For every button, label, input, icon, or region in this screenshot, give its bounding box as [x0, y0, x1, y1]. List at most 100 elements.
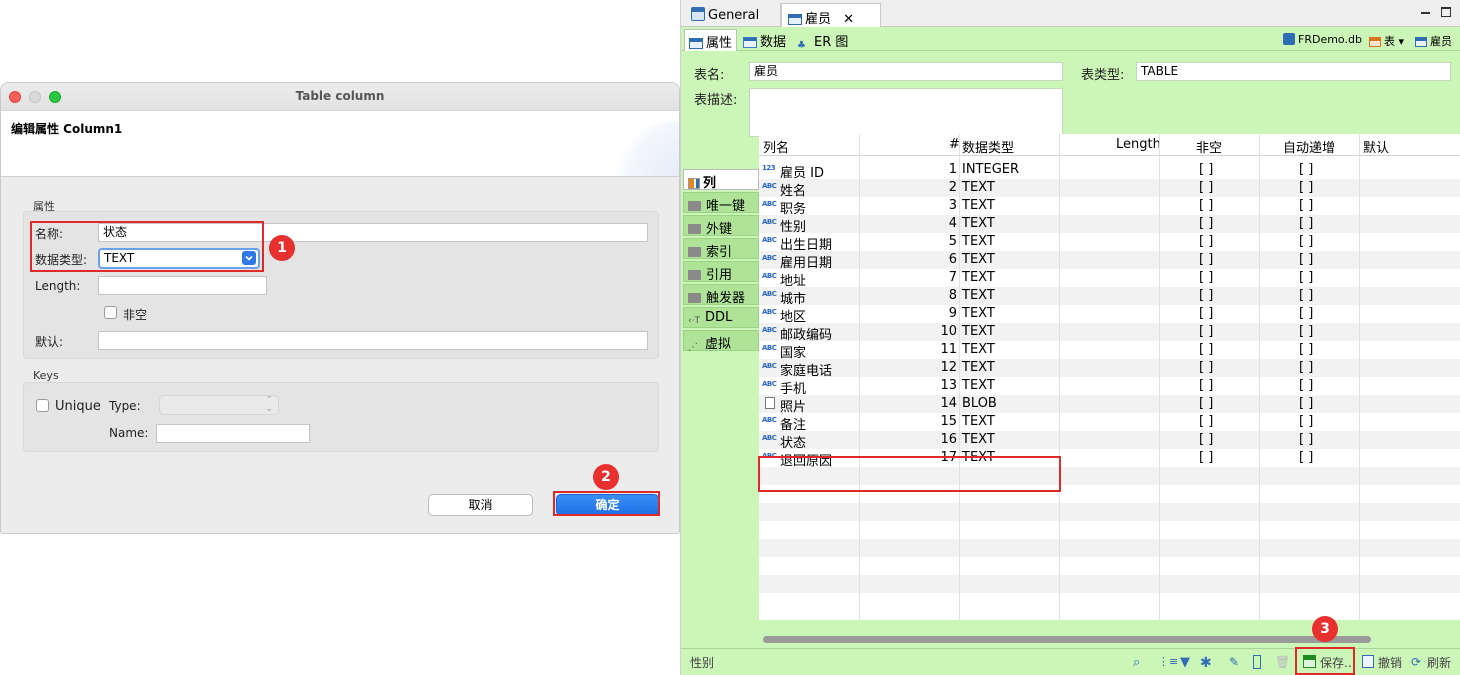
current-table-selector[interactable]: 雇员	[1411, 31, 1456, 53]
column-num-cell[interactable]: 8	[949, 288, 957, 303]
table-name-input[interactable]: 雇员	[749, 62, 1063, 81]
column-num-cell[interactable]: 7	[949, 270, 957, 285]
column-autoinc-cell[interactable]: [ ]	[1299, 450, 1313, 465]
nav-ddl[interactable]: ‹·T DDL	[683, 307, 759, 328]
column-type-cell[interactable]: TEXT	[962, 324, 995, 339]
column-type-cell[interactable]: TEXT	[962, 432, 995, 447]
column-type-cell[interactable]: TEXT	[962, 414, 995, 429]
nav-references[interactable]: 引用	[683, 261, 759, 283]
column-notnull-cell[interactable]: [ ]	[1199, 198, 1213, 213]
subtab-er-diagram[interactable]: ♣ ER 图	[793, 29, 852, 51]
table-type-input[interactable]: TABLE	[1136, 62, 1451, 81]
column-type-cell[interactable]: TEXT	[962, 360, 995, 375]
table-row[interactable]: ABC 雇用日期 6 TEXT[ ][ ]	[759, 251, 1460, 271]
close-tab-icon[interactable]: ✕	[843, 12, 854, 27]
column-type-cell[interactable]: TEXT	[962, 252, 995, 267]
keyname-input[interactable]	[156, 424, 310, 443]
column-type-cell[interactable]: TEXT	[962, 306, 995, 321]
column-notnull-cell[interactable]: [ ]	[1199, 288, 1213, 303]
tables-menu[interactable]: 表 ▾	[1365, 31, 1408, 53]
default-input[interactable]	[98, 331, 648, 350]
add-column-icon[interactable]	[1253, 655, 1261, 669]
col-header-notnull[interactable]: 非空	[1196, 137, 1222, 156]
column-notnull-cell[interactable]: [ ]	[1199, 396, 1213, 411]
tab-general[interactable]: General	[685, 3, 781, 27]
tab-employee[interactable]: 雇员 ✕	[781, 3, 881, 27]
col-header-name[interactable]: 列名	[763, 137, 789, 156]
column-type-cell[interactable]: TEXT	[962, 180, 995, 195]
subtab-data[interactable]: 数据	[739, 29, 790, 51]
column-autoinc-cell[interactable]: [ ]	[1299, 378, 1313, 393]
column-type-cell[interactable]: TEXT	[962, 378, 995, 393]
nav-foreign-keys[interactable]: 外键	[683, 215, 759, 237]
column-autoinc-cell[interactable]: [ ]	[1299, 180, 1313, 195]
nav-unique-keys[interactable]: 唯一键	[683, 192, 759, 214]
revert-button[interactable]: 撤销	[1378, 654, 1402, 671]
column-type-cell[interactable]: TEXT	[962, 216, 995, 231]
column-num-cell[interactable]: 3	[949, 198, 957, 213]
column-autoinc-cell[interactable]: [ ]	[1299, 216, 1313, 231]
revert-icon[interactable]	[1362, 655, 1374, 668]
filter-icon[interactable]: ▼	[1180, 655, 1194, 670]
db-selector[interactable]: FRDemo.db	[1279, 31, 1366, 53]
nav-virtual[interactable]: ⋰ 虚拟	[683, 330, 759, 353]
column-notnull-cell[interactable]: [ ]	[1199, 324, 1213, 339]
column-notnull-cell[interactable]: [ ]	[1199, 432, 1213, 447]
cancel-button[interactable]: 取消	[428, 494, 533, 516]
gear-icon[interactable]: ✱	[1200, 655, 1214, 671]
tree-icon[interactable]: ⋮≡	[1158, 655, 1178, 669]
column-num-cell[interactable]: 2	[949, 180, 957, 195]
column-notnull-cell[interactable]: [ ]	[1199, 180, 1213, 195]
column-autoinc-cell[interactable]: [ ]	[1299, 432, 1313, 447]
column-autoinc-cell[interactable]: [ ]	[1299, 360, 1313, 375]
column-autoinc-cell[interactable]: [ ]	[1299, 234, 1313, 249]
column-notnull-cell[interactable]: [ ]	[1199, 234, 1213, 249]
column-autoinc-cell[interactable]: [ ]	[1299, 414, 1313, 429]
column-notnull-cell[interactable]: [ ]	[1199, 342, 1213, 357]
keytype-select[interactable]: ⌃ ⌄	[159, 395, 279, 415]
column-num-cell[interactable]: 14	[940, 396, 957, 411]
column-notnull-cell[interactable]: [ ]	[1199, 378, 1213, 393]
unique-checkbox[interactable]	[36, 399, 49, 412]
column-autoinc-cell[interactable]: [ ]	[1299, 162, 1313, 177]
column-type-cell[interactable]: TEXT	[962, 288, 995, 303]
refresh-button[interactable]: 刷新	[1427, 654, 1451, 671]
column-type-cell[interactable]: TEXT	[962, 198, 995, 213]
col-header-length[interactable]: Length	[1116, 137, 1161, 152]
column-type-cell[interactable]: BLOB	[962, 396, 997, 411]
column-notnull-cell[interactable]: [ ]	[1199, 360, 1213, 375]
nav-triggers[interactable]: 触发器	[683, 284, 759, 306]
maximize-icon[interactable]	[1441, 7, 1451, 17]
table-row[interactable]: ABC 备注 15 TEXT[ ][ ]	[759, 413, 1460, 433]
column-notnull-cell[interactable]: [ ]	[1199, 414, 1213, 429]
table-row[interactable]: ABC 邮政编码 10 TEXT[ ][ ]	[759, 323, 1460, 343]
column-type-cell[interactable]: TEXT	[962, 342, 995, 357]
nav-indexes[interactable]: 索引	[683, 238, 759, 260]
col-header-type[interactable]: 数据类型	[962, 137, 1014, 156]
subtab-properties[interactable]: 属性	[684, 29, 738, 51]
col-header-default[interactable]: 默认	[1363, 137, 1389, 156]
col-header-autoinc[interactable]: 自动递增	[1283, 137, 1335, 156]
column-num-cell[interactable]: 5	[949, 234, 957, 249]
search-icon[interactable]: ⌕	[1133, 655, 1147, 670]
column-autoinc-cell[interactable]: [ ]	[1299, 252, 1313, 267]
refresh-icon[interactable]: ⟳	[1411, 655, 1425, 669]
column-num-cell[interactable]: 1	[949, 162, 957, 177]
nav-columns[interactable]: 列	[683, 169, 759, 191]
column-type-cell[interactable]: INTEGER	[962, 162, 1019, 177]
table-row[interactable]: 123 雇员 ID 1 INTEGER[ ][ ]	[759, 161, 1460, 181]
edit-icon[interactable]: ✎	[1229, 655, 1243, 669]
column-num-cell[interactable]: 11	[940, 342, 957, 357]
column-autoinc-cell[interactable]: [ ]	[1299, 270, 1313, 285]
table-row[interactable]: ABC 城市 8 TEXT[ ][ ]	[759, 287, 1460, 307]
table-row[interactable]: ABC 出生日期 5 TEXT[ ][ ]	[759, 233, 1460, 253]
table-row[interactable]: ABC 性别 4 TEXT[ ][ ]	[759, 215, 1460, 235]
column-autoinc-cell[interactable]: [ ]	[1299, 288, 1313, 303]
column-autoinc-cell[interactable]: [ ]	[1299, 198, 1313, 213]
length-input[interactable]	[98, 276, 267, 295]
column-type-cell[interactable]: TEXT	[962, 234, 995, 249]
column-notnull-cell[interactable]: [ ]	[1199, 252, 1213, 267]
column-notnull-cell[interactable]: [ ]	[1199, 450, 1213, 465]
column-num-cell[interactable]: 4	[949, 216, 957, 231]
table-row[interactable]: ABC 姓名 2 TEXT[ ][ ]	[759, 179, 1460, 199]
